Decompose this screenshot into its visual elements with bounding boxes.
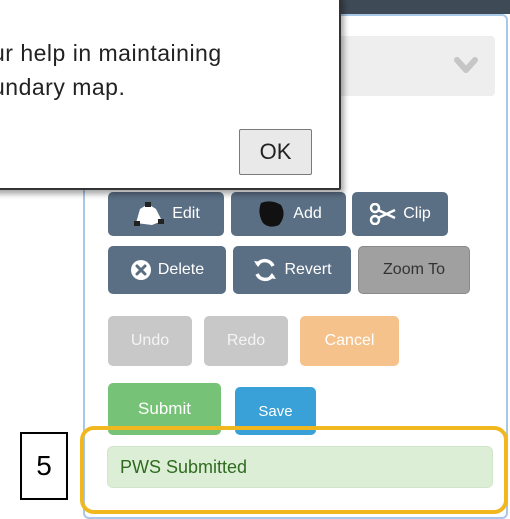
- revert-button[interactable]: Revert: [233, 246, 351, 294]
- alert-dialog: ur help in maintaining undary map. OK: [0, 0, 341, 190]
- cancel-button-label: Cancel: [324, 332, 375, 349]
- edit-shape-icon: [132, 201, 166, 227]
- submit-button[interactable]: Submit: [108, 383, 221, 435]
- undo-button[interactable]: Undo: [108, 316, 192, 366]
- submit-button-label: Submit: [138, 399, 191, 418]
- clip-button[interactable]: Clip: [352, 192, 448, 236]
- dialog-message-line-1: ur help in maintaining: [0, 40, 222, 66]
- revert-button-label: Revert: [284, 261, 332, 278]
- undo-button-label: Undo: [130, 332, 170, 349]
- edit-button[interactable]: Edit: [108, 192, 224, 236]
- delete-button[interactable]: Delete: [108, 246, 226, 294]
- save-button-label: Save: [258, 402, 293, 420]
- redo-button-label: Redo: [226, 332, 266, 349]
- cancel-button[interactable]: Cancel: [300, 316, 399, 366]
- save-button[interactable]: Save: [235, 387, 316, 435]
- delete-circle-x-icon: [130, 259, 152, 281]
- add-button[interactable]: Add: [231, 192, 346, 236]
- ok-button-label: OK: [259, 139, 292, 164]
- dialog-message: ur help in maintaining undary map.: [0, 36, 322, 104]
- zoom-to-button[interactable]: Zoom To: [358, 246, 470, 294]
- refresh-icon: [252, 257, 278, 283]
- dialog-message-line-2: undary map.: [0, 74, 126, 100]
- clip-button-label: Clip: [403, 205, 431, 222]
- add-shape-icon: [255, 199, 287, 229]
- ok-button[interactable]: OK: [239, 129, 312, 175]
- step-number-label: 5: [20, 432, 68, 500]
- chevron-down-icon[interactable]: [451, 50, 481, 80]
- zoom-to-button-label: Zoom To: [383, 261, 445, 278]
- step-number: 5: [36, 450, 52, 481]
- edit-button-label: Edit: [172, 205, 200, 222]
- status-text: PWS Submitted: [120, 457, 248, 477]
- status-message: PWS Submitted: [107, 446, 493, 488]
- add-button-label: Add: [293, 205, 322, 222]
- redo-button[interactable]: Redo: [204, 316, 288, 366]
- scissors-icon: [369, 203, 397, 225]
- delete-button-label: Delete: [157, 261, 205, 278]
